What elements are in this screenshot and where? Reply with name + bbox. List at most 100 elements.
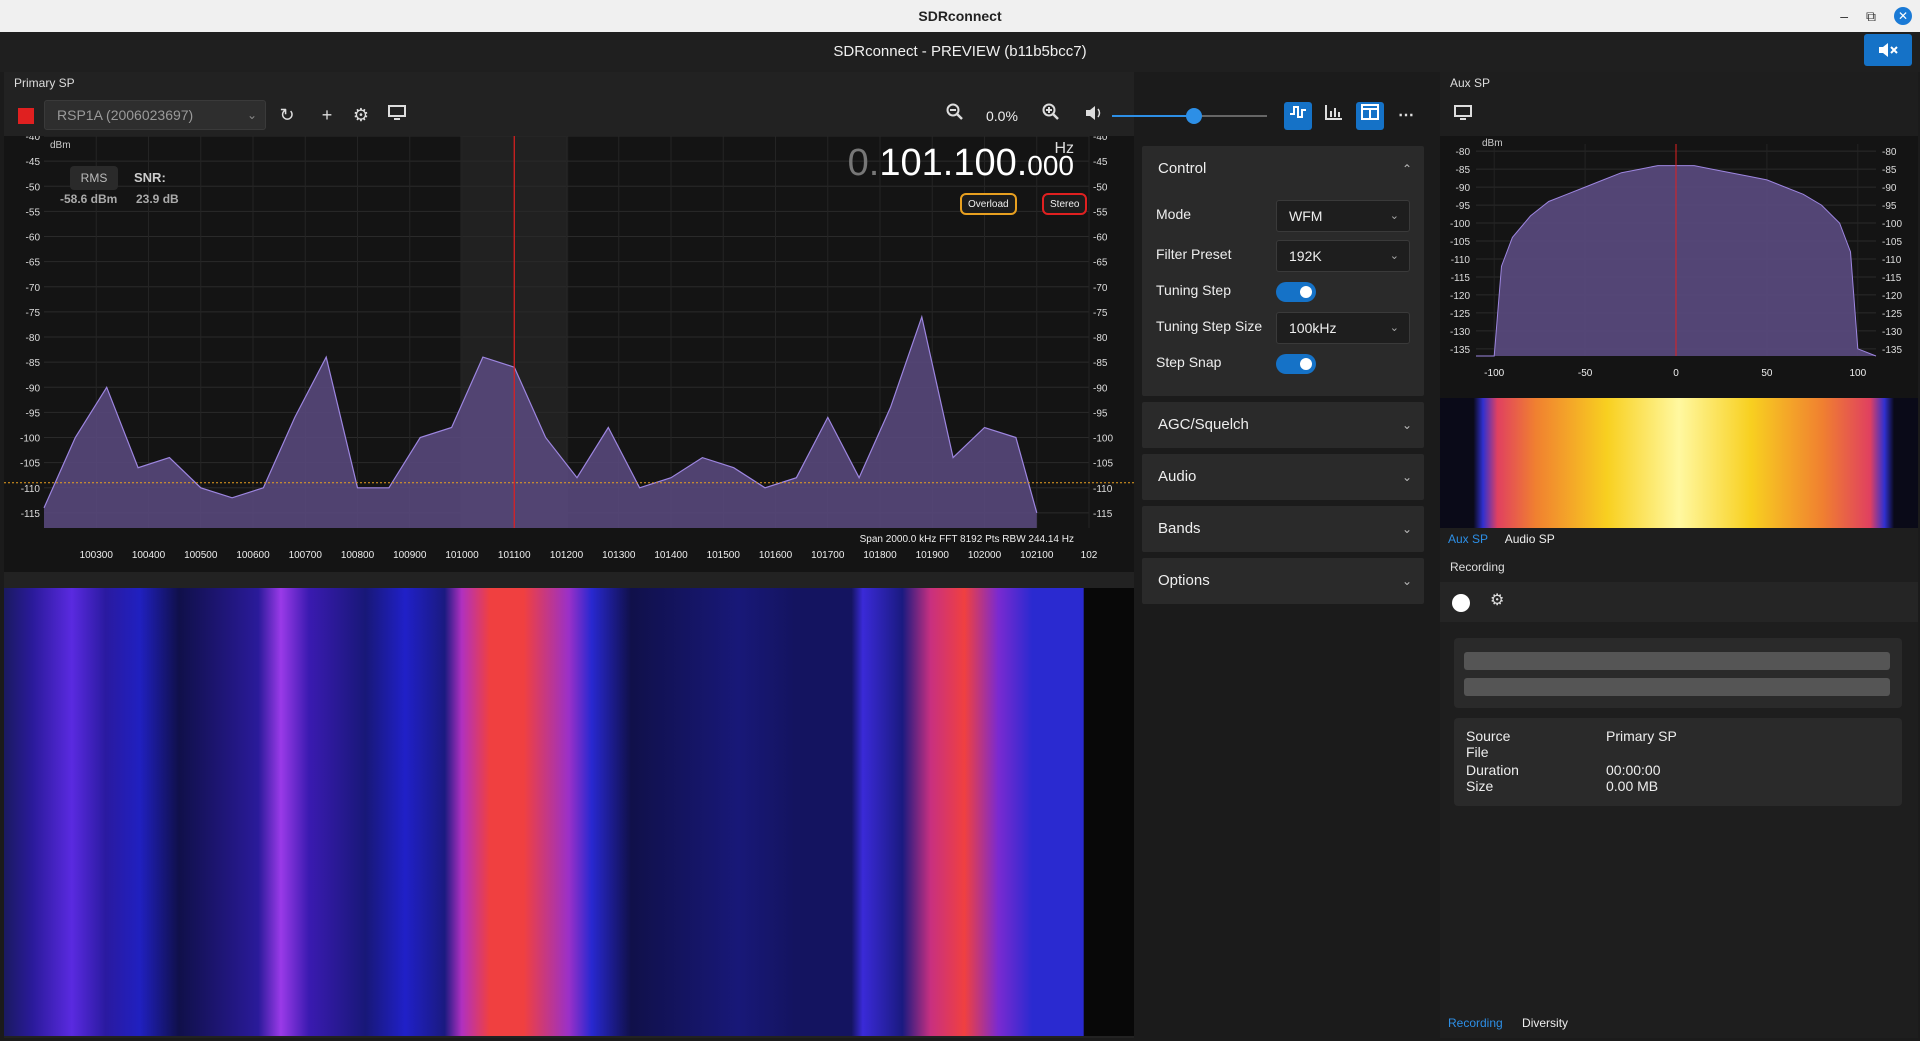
agc-squelch-section[interactable]: AGC/Squelch ⌄ xyxy=(1142,402,1424,448)
y-tick-label: -75 xyxy=(26,308,41,319)
bands-section[interactable]: Bands ⌄ xyxy=(1142,506,1424,552)
x-tick-label: 101600 xyxy=(759,550,793,561)
y-tick-label: -100 xyxy=(20,434,40,445)
maximize-icon[interactable]: ⧉ xyxy=(1866,0,1876,32)
y-tick-label-right: -55 xyxy=(1093,207,1108,218)
y-tick-label: -130 xyxy=(1450,327,1470,338)
volume-slider[interactable] xyxy=(1112,108,1267,124)
size-label: Size xyxy=(1466,778,1494,794)
tab-audio-sp[interactable]: Audio SP xyxy=(1505,532,1555,546)
chevron-down-icon: ⌄ xyxy=(1389,322,1399,334)
filter-preset-select[interactable]: 192K ⌄ xyxy=(1276,240,1410,272)
mute-button[interactable] xyxy=(1864,34,1912,66)
stop-icon[interactable] xyxy=(18,108,34,124)
x-tick-label: 100400 xyxy=(132,550,166,561)
chevron-down-icon: ⌄ xyxy=(1389,210,1399,222)
file-label: File xyxy=(1466,744,1489,760)
duration-value: 00:00:00 xyxy=(1606,762,1661,778)
x-tick-label: 100300 xyxy=(80,550,114,561)
refresh-icon[interactable]: ↻ xyxy=(274,102,300,128)
zoom-out-icon[interactable] xyxy=(942,102,968,128)
monitor-icon[interactable] xyxy=(384,102,410,128)
tab-recording[interactable]: Recording xyxy=(1448,1016,1503,1030)
more-icon[interactable]: ⋯ xyxy=(1392,102,1420,130)
snr-value: 23.9 dB xyxy=(136,192,179,206)
y-tick-label: -90 xyxy=(26,383,41,394)
bars-button[interactable] xyxy=(1320,102,1348,130)
stereo-badge: Stereo xyxy=(1042,193,1088,215)
filter-preset-value: 192K xyxy=(1289,248,1322,264)
y-tick-label-right: -110 xyxy=(1093,484,1113,495)
options-title: Options xyxy=(1158,572,1210,589)
tab-aux-sp[interactable]: Aux SP xyxy=(1448,532,1488,546)
device-select[interactable]: RSP1A (2006023697) ⌄ xyxy=(44,100,266,130)
x-tick-label: 50 xyxy=(1761,368,1773,379)
x-tick-label: -50 xyxy=(1578,368,1593,379)
primary-waterfall[interactable] xyxy=(4,588,1134,1036)
mode-row: Mode WFM ⌄ xyxy=(1142,198,1424,234)
mode-select-value: WFM xyxy=(1289,208,1323,224)
aux-waterfall[interactable] xyxy=(1440,398,1918,528)
y-tick-label: -100 xyxy=(1450,219,1470,230)
filter-row: Filter Preset 192K ⌄ xyxy=(1142,238,1424,274)
tuning-step-size-label: Tuning Step Size xyxy=(1156,318,1263,334)
dbm-unit-label: dBm xyxy=(50,140,71,151)
settings-icon[interactable]: ⚙ xyxy=(348,102,374,128)
frequency-display[interactable]: 0.101.100.000 xyxy=(848,142,1074,185)
settings-icon[interactable]: ⚙ xyxy=(1490,590,1504,610)
aux-tabs: Aux SP Audio SP xyxy=(1448,532,1569,546)
y-tick-label: -85 xyxy=(26,358,41,369)
y-tick-label-right: -100 xyxy=(1882,219,1902,230)
minimize-icon[interactable]: – xyxy=(1840,0,1848,32)
source-value: Primary SP xyxy=(1606,728,1677,744)
audio-title: Audio xyxy=(1158,468,1197,485)
record-icon[interactable] xyxy=(1452,594,1470,612)
audio-section[interactable]: Audio ⌄ xyxy=(1142,454,1424,500)
step-snap-toggle[interactable] xyxy=(1276,354,1316,374)
y-tick-label: -40 xyxy=(26,136,41,143)
control-section-header[interactable]: Control ⌃ xyxy=(1142,146,1424,192)
rms-button[interactable]: RMS xyxy=(70,166,118,190)
volume-slider-knob[interactable] xyxy=(1186,108,1203,124)
span-info: Span 2000.0 kHz FFT 8192 Pts RBW 244.14 … xyxy=(859,534,1074,545)
y-tick-label-right: -115 xyxy=(1882,273,1902,284)
options-section[interactable]: Options ⌄ xyxy=(1142,558,1424,604)
y-tick-label: -90 xyxy=(1456,183,1471,194)
aux-sp-panel: Aux SP -80 -80 -85 -85 -90 -90 -95 -95 -100 -100-… xyxy=(1440,72,1918,1038)
bottom-tabs: Recording Diversity xyxy=(1448,1016,1584,1030)
x-tick-label: -100 xyxy=(1484,368,1504,379)
y-tick-label: -95 xyxy=(1456,201,1471,212)
tuning-step-size-select[interactable]: 100kHz ⌄ xyxy=(1276,312,1410,344)
tab-diversity[interactable]: Diversity xyxy=(1522,1016,1568,1030)
x-tick-label: 101800 xyxy=(863,550,897,561)
window-titlebar: SDRconnect – ⧉ ✕ xyxy=(0,0,1920,32)
y-tick-label: -60 xyxy=(26,233,41,244)
y-tick-label-right: -80 xyxy=(1882,147,1897,158)
tuning-step-size-row: Tuning Step Size 100kHz ⌄ xyxy=(1142,310,1424,346)
aux-spectrum-chart[interactable]: -80 -80 -85 -85 -90 -90 -95 -95 -100 -100 -105 -105… xyxy=(1440,136,1918,398)
y-tick-label-right: -40 xyxy=(1093,136,1108,143)
y-tick-label: -135 xyxy=(1450,345,1470,356)
close-icon[interactable]: ✕ xyxy=(1894,7,1912,25)
mode-select[interactable]: WFM ⌄ xyxy=(1276,200,1410,232)
x-tick-label: 102100 xyxy=(1020,550,1054,561)
add-icon[interactable]: + xyxy=(314,102,340,128)
spectrum-mode-button[interactable] xyxy=(1284,102,1312,130)
mode-label: Mode xyxy=(1156,206,1192,222)
tuning-step-toggle[interactable] xyxy=(1276,282,1316,302)
mute-icon xyxy=(1879,43,1898,57)
y-tick-label: -80 xyxy=(26,333,41,344)
recording-bar xyxy=(1464,652,1890,670)
step-snap-row: Step Snap xyxy=(1142,346,1424,382)
volume-icon[interactable] xyxy=(1082,102,1108,128)
monitor-icon[interactable] xyxy=(1450,102,1476,128)
x-tick-label: 101100 xyxy=(498,550,531,561)
x-tick-label: 101300 xyxy=(602,550,636,561)
recording-label: Recording xyxy=(1450,560,1505,574)
app-title: SDRconnect - PREVIEW (b11b5bcc7) xyxy=(0,32,1920,72)
aux-waterfall-image xyxy=(1440,398,1918,528)
layout-button[interactable] xyxy=(1356,102,1384,130)
y-tick-label-right: -80 xyxy=(1093,333,1108,344)
zoom-in-icon[interactable] xyxy=(1038,102,1064,128)
y-tick-label: -65 xyxy=(26,258,41,269)
